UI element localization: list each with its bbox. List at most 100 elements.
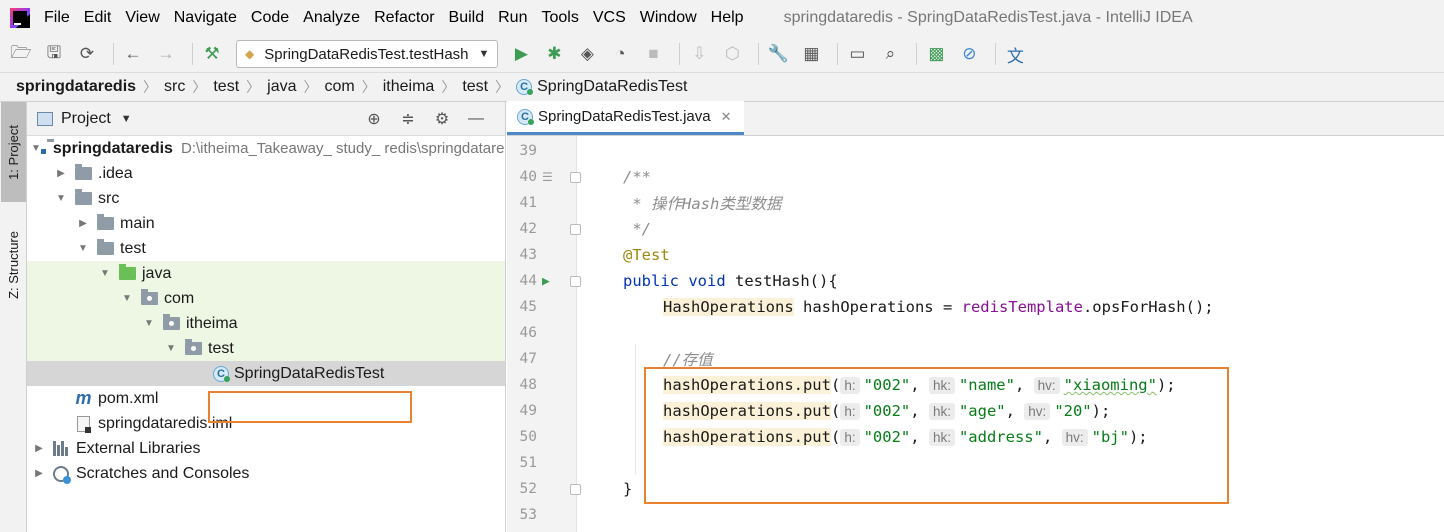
back-icon[interactable]: ← [120,41,146,67]
tree-item-iml[interactable]: ▶ springdataredis.iml [27,411,505,436]
project-structure-icon[interactable]: ▦ [798,41,824,67]
collapse-arrow-icon[interactable]: ▶ [31,468,47,479]
line-number: 44 [519,273,537,289]
menu-tools[interactable]: Tools [541,9,578,27]
collapse-arrow-icon[interactable]: ▶ [53,168,69,179]
run-configuration-select[interactable]: ◆ SpringDataRedisTest.testHash ▼ [236,40,499,68]
terminal-icon[interactable]: ▭ [844,41,870,67]
line-number: 52 [519,481,537,497]
menu-navigate[interactable]: Navigate [174,9,237,27]
line-number: 43 [519,247,537,263]
tree-item-idea[interactable]: ▶ .idea [27,161,505,186]
power-save-icon[interactable]: ⊘ [956,41,982,67]
tree-item-test[interactable]: ▼ test [27,236,505,261]
line-number: 49 [519,403,537,419]
breadcrumb-item[interactable]: src [164,78,185,96]
expand-arrow-icon[interactable]: ▼ [141,318,157,329]
menu-vcs[interactable]: VCS [593,9,626,27]
chevron-right-icon: 〉 [192,79,207,95]
breadcrumb-item[interactable]: itheima [383,78,435,96]
project-view-select[interactable]: Project [61,110,111,128]
tree-item-pom-xml[interactable]: ▶ m pom.xml [27,386,505,411]
tree-item-itheima[interactable]: ▼ itheima [27,311,505,336]
code-line: 46 [507,320,1444,346]
fold-marker-icon[interactable] [570,171,581,183]
collapse-arrow-icon[interactable]: ▶ [75,218,91,229]
settings-wrench-icon[interactable]: 🔧 [765,41,791,67]
tree-item-src[interactable]: ▼ src [27,186,505,211]
expand-arrow-icon[interactable]: ▼ [75,243,91,254]
collapse-arrow-icon[interactable]: ▶ [31,443,47,454]
tree-item-scratches[interactable]: ▶ Scratches and Consoles [27,461,505,486]
menu-view[interactable]: View [125,9,159,27]
code-line: 39 [507,138,1444,164]
test-sources-folder-icon [119,264,136,280]
expand-arrow-icon[interactable]: ▼ [53,193,69,204]
expand-arrow-icon[interactable]: ▼ [163,343,179,354]
breadcrumb-item[interactable]: test [213,78,239,96]
code-line: 44 ▶ public void testHash(){ [507,268,1444,294]
search-icon[interactable]: ⌕ [877,41,903,67]
menu-run[interactable]: Run [498,9,527,27]
tool-tab-structure[interactable]: Z: Structure [1,212,26,317]
fold-marker-icon[interactable] [570,275,581,287]
collapse-all-icon[interactable]: ≑ [397,106,419,132]
profile-icon[interactable]: ◔ [607,41,633,67]
run-test-gutter-icon[interactable]: ▶ [542,274,550,289]
tree-item-springdataredistest[interactable]: ▶ C SpringDataRedisTest [27,361,505,386]
breadcrumb-item[interactable]: com [325,78,355,96]
gear-icon[interactable]: ⚙ [431,106,453,132]
menu-code[interactable]: Code [251,9,289,27]
tree-item-main[interactable]: ▶ main [27,211,505,236]
breadcrumb-item[interactable]: test [462,78,488,96]
tool-tab-project[interactable]: 1: Project [1,102,26,202]
tree-item-com[interactable]: ▼ com [27,286,505,311]
code-line: 40 ☰ /** [507,164,1444,190]
fold-marker-icon[interactable] [570,223,581,235]
run-icon[interactable]: ▶ [508,41,534,67]
tree-item-external-libraries[interactable]: ▶ External Libraries [27,436,505,461]
tree-item-springdataredis[interactable]: ▼ springdataredis D:\itheima_Takeaway_ s… [27,136,505,161]
expand-arrow-icon[interactable]: ▼ [119,293,135,304]
sdk-icon[interactable]: ▩ [923,41,949,67]
locate-icon[interactable]: ⊕ [363,106,385,132]
hide-icon[interactable]: — [465,106,487,132]
breadcrumb-item[interactable]: SpringDataRedisTest [537,78,687,96]
fold-marker-icon[interactable] [570,483,581,495]
close-icon[interactable]: ✕ [721,109,732,125]
toolbar-divider [916,43,918,65]
line-number: 48 [519,377,537,393]
breadcrumb-item[interactable]: springdataredis [16,78,136,96]
menu-analyze[interactable]: Analyze [303,9,360,27]
chevron-down-icon[interactable]: ▼ [121,113,132,125]
tree-item-java[interactable]: ▼ java [27,261,505,286]
coverage-icon[interactable]: ◈ [574,41,600,67]
code-area[interactable]: 39 40 ☰ /** 41 * 操作Hash类型数据 42 */ 43 @Te… [507,136,1444,532]
menu-build[interactable]: Build [449,9,485,27]
translate-icon[interactable]: 文 [1002,41,1028,67]
menu-window[interactable]: Window [640,9,697,27]
vcs-commit-icon[interactable]: ⬡ [719,41,745,67]
tree-item-test-package[interactable]: ▼ test [27,336,505,361]
main-toolbar: 🗁 🖫 ⟳ ← → ⚒ ◆ SpringDataRedisTest.testHa… [0,36,1444,72]
expand-arrow-icon[interactable]: ▼ [31,143,41,154]
line-number: 40 [519,169,537,185]
save-icon[interactable]: 🖫 [41,41,67,67]
menu-file[interactable]: File [44,9,70,27]
tool-tab-structure-label: Z: Structure [6,230,21,299]
sync-icon[interactable]: ⟳ [74,41,100,67]
menu-help[interactable]: Help [711,9,744,27]
vcs-update-icon[interactable]: ⇩ [686,41,712,67]
forward-icon[interactable]: → [153,41,179,67]
menu-edit[interactable]: Edit [84,9,112,27]
editor-tab-springdataredistest[interactable]: C SpringDataRedisTest.java ✕ [507,101,744,135]
breadcrumb-item[interactable]: java [267,78,296,96]
toolbar-divider [113,43,114,65]
build-hammer-icon[interactable]: ⚒ [199,41,225,67]
stop-icon[interactable]: ■ [640,41,666,67]
menu-refactor[interactable]: Refactor [374,9,434,27]
debug-icon[interactable]: ✱ [541,41,567,67]
doc-render-icon[interactable]: ☰ [542,170,553,184]
open-folder-icon[interactable]: 🗁 [8,41,34,67]
expand-arrow-icon[interactable]: ▼ [97,268,113,279]
